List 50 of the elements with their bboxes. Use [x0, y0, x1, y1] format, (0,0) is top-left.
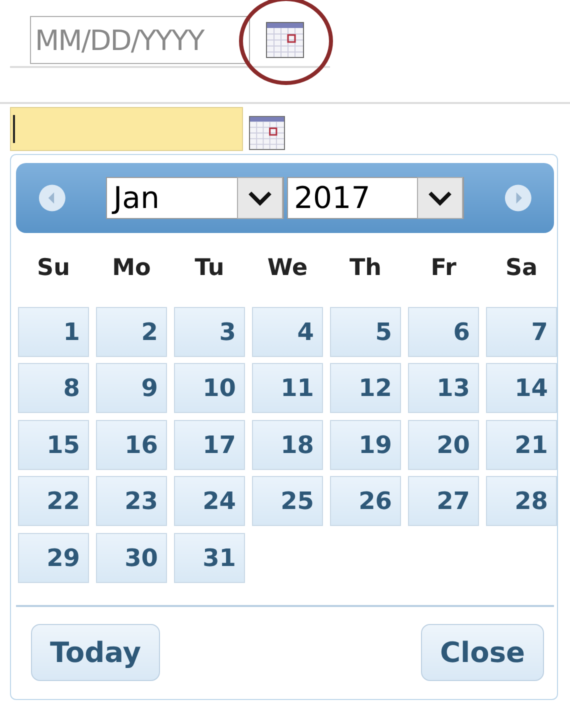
- day-cell[interactable]: 17: [174, 420, 245, 470]
- day-cell[interactable]: 30: [96, 532, 167, 583]
- chevron-down-icon: [416, 177, 463, 219]
- date-field[interactable]: [10, 107, 243, 151]
- day-cell[interactable]: 24: [174, 476, 245, 526]
- day-cell[interactable]: 8: [18, 363, 89, 414]
- chevron-down-icon: [236, 177, 283, 219]
- day-cell[interactable]: 27: [408, 476, 479, 526]
- year-select[interactable]: 2017: [286, 177, 464, 219]
- day-cell[interactable]: 29: [18, 532, 89, 583]
- day-cell[interactable]: 16: [96, 420, 167, 470]
- next-icon[interactable]: [504, 183, 532, 213]
- weekday-label: Sa: [504, 255, 539, 281]
- day-cell[interactable]: 5: [330, 307, 401, 357]
- day-cell[interactable]: 22: [18, 476, 89, 526]
- day-cell[interactable]: 20: [408, 420, 479, 470]
- day-cell[interactable]: 6: [408, 307, 479, 357]
- day-cell[interactable]: 11: [252, 363, 323, 414]
- day-cell[interactable]: 23: [96, 476, 167, 526]
- day-cell[interactable]: 26: [330, 476, 401, 526]
- month-select[interactable]: Jan: [106, 177, 284, 219]
- day-cell[interactable]: 3: [174, 307, 245, 357]
- day-cell[interactable]: 21: [486, 420, 557, 470]
- day-cell[interactable]: 1: [18, 307, 89, 357]
- day-cell[interactable]: 18: [252, 420, 323, 470]
- weekday-label: Su: [36, 255, 71, 281]
- day-cell[interactable]: 31: [174, 532, 245, 583]
- day-cell[interactable]: 15: [18, 420, 89, 470]
- day-cell[interactable]: 9: [96, 363, 167, 414]
- day-cell[interactable]: 7: [486, 307, 557, 357]
- weekday-label: We: [266, 255, 309, 281]
- footer-button[interactable]: Close: [420, 624, 544, 681]
- date-field[interactable]: MM/DD/YYYY: [30, 16, 250, 64]
- weekday-label: Tu: [194, 255, 226, 281]
- weekday-label: Fr: [430, 255, 458, 281]
- day-cell[interactable]: 10: [174, 363, 245, 414]
- day-cell[interactable]: 19: [330, 420, 401, 470]
- weekday-label: Mo: [111, 255, 152, 281]
- day-cell[interactable]: 4: [252, 307, 323, 357]
- day-cell[interactable]: 14: [486, 363, 557, 414]
- weekday-label: Th: [348, 255, 383, 281]
- footer-button[interactable]: Today: [31, 624, 160, 681]
- day-cell[interactable]: 2: [96, 307, 167, 357]
- day-cell[interactable]: 28: [486, 476, 557, 526]
- day-cell[interactable]: 25: [252, 476, 323, 526]
- day-cell[interactable]: 13: [408, 363, 479, 414]
- previous-icon[interactable]: [38, 183, 66, 213]
- calendar-icon[interactable]: [248, 116, 286, 150]
- day-cell[interactable]: 12: [330, 363, 401, 414]
- calendar-icon[interactable]: [266, 22, 304, 58]
